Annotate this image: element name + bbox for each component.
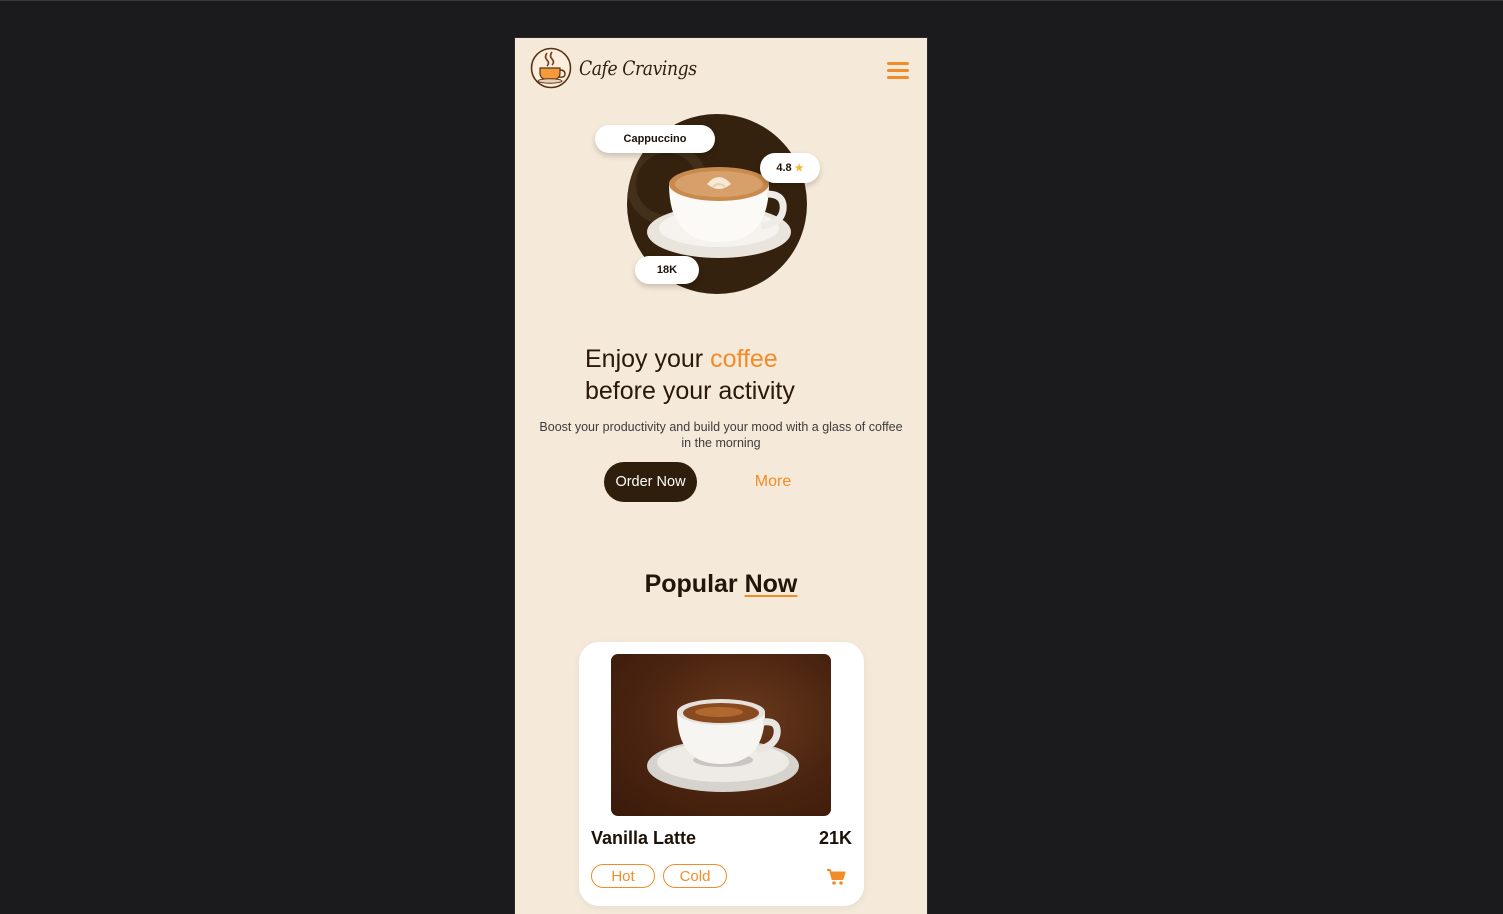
coffee-cup-logo-icon[interactable]	[530, 47, 572, 89]
mobile-viewport: Cafe Cravings Cappuccino 4.8 ★ 18K Enjoy…	[514, 37, 928, 914]
sales-count-badge: 18K	[635, 256, 699, 284]
headline-accent: coffee	[710, 345, 778, 373]
headline-prefix: Enjoy your	[585, 345, 711, 373]
star-icon: ★	[794, 162, 804, 174]
hot-option-tag[interactable]: Hot	[591, 864, 655, 888]
more-button[interactable]: More	[740, 462, 806, 502]
product-name: Vanilla Latte	[591, 828, 697, 848]
brand-name[interactable]: Cafe Cravings	[579, 56, 697, 80]
hero-product-name-badge: Cappuccino	[595, 125, 715, 153]
product-card[interactable]: Vanilla Latte 21K Hot Cold	[579, 642, 864, 906]
headline-line2: before your activity	[585, 377, 795, 405]
hamburger-menu-icon[interactable]	[887, 60, 911, 80]
shopping-cart-icon[interactable]	[826, 868, 846, 886]
order-now-button[interactable]: Order Now	[604, 462, 697, 502]
product-price: 21K	[818, 828, 852, 848]
popular-title-prefix: Popular	[644, 570, 745, 598]
popular-title-accent: Now	[744, 570, 798, 598]
cold-option-tag[interactable]: Cold	[663, 864, 727, 888]
hero-subtext: Boost your productivity and build your m…	[539, 420, 903, 450]
product-image	[611, 654, 831, 816]
window-top-border	[0, 0, 1503, 1]
hero-headline: Enjoy your coffee before your activity	[585, 343, 795, 407]
popular-section-title: Popular Now	[515, 570, 927, 599]
rating-badge: 4.8 ★	[760, 153, 820, 183]
rating-value: 4.8	[776, 162, 792, 174]
espresso-cup-image	[647, 699, 799, 792]
